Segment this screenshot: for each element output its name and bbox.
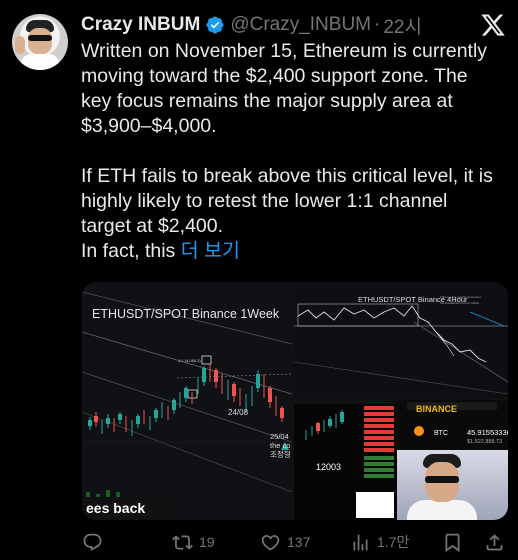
text-line: moving toward the $2,400 support zone. T… (81, 65, 468, 87)
verified-badge-icon (205, 15, 225, 35)
views-count: 1.7만 (377, 534, 410, 550)
like-button[interactable]: 137 (260, 528, 310, 556)
btc-label: BTC (434, 430, 448, 437)
bookmark-icon (445, 533, 460, 552)
price-tag: 12003 (316, 462, 342, 472)
retweet-icon (172, 534, 193, 550)
mini-chart-image[interactable]: 12003 (294, 400, 397, 520)
video-banner-text: ees back (82, 497, 172, 520)
retweet-button[interactable]: 19 (172, 528, 215, 556)
show-more-link[interactable]: 더 보기 (181, 240, 240, 262)
analytics-icon (353, 534, 368, 550)
like-count: 137 (287, 534, 311, 550)
weekly-chart-title: ETHUSDT/SPOT Binance 1Week (92, 307, 280, 321)
avatar[interactable] (12, 14, 68, 70)
chart-date-label-2: 25/04 the co 조정형 (270, 432, 291, 459)
text-line: $3,900–$4,000. (81, 115, 217, 137)
weekly-chart-image[interactable]: 1:1 (4,085.3) ETHUSDT/SPOT Binance 1Week… (82, 282, 293, 520)
streamer-webcam-image (397, 450, 508, 520)
x-logo-icon[interactable] (480, 12, 506, 38)
tweet-text: Written on November 15, Ethereum is curr… (81, 39, 511, 264)
author-name[interactable]: Crazy INBUM (81, 14, 200, 36)
media-attachment[interactable]: 1:1 (4,085.3) ETHUSDT/SPOT Binance 1Week… (82, 282, 508, 520)
share-icon (486, 533, 503, 550)
reply-icon (83, 533, 102, 551)
retweet-count: 19 (199, 534, 215, 550)
binance-overlay-image[interactable] (397, 400, 508, 520)
views-button[interactable]: 1.7만 (350, 528, 409, 556)
separator: · (374, 14, 381, 35)
tweet: Crazy INBUM @Crazy_INBUM · 22시 Written o… (0, 0, 518, 560)
svg-text:1:1 (4,085.3): 1:1 (4,085.3) (178, 358, 201, 363)
btc-usd-value: $1,522,888.73 (467, 439, 503, 445)
author-handle[interactable]: @Crazy_INBUM (230, 14, 371, 36)
text-line: target at $2,400. (81, 215, 224, 237)
text-line-last: In fact, this 더 보기 (81, 239, 511, 264)
text-line: If ETH fails to break above this critica… (81, 165, 493, 187)
text-line: key focus remains the major supply area … (81, 90, 453, 112)
text-line: highly likely to retest the lower 1:1 ch… (81, 190, 448, 212)
bookmark-button[interactable] (442, 528, 463, 556)
timestamp[interactable]: 22시 (383, 12, 422, 39)
binance-label: BINANCE (416, 404, 458, 414)
text-line: Written on November 15, Ethereum is curr… (81, 40, 488, 62)
heart-icon (261, 534, 280, 551)
share-button[interactable] (484, 528, 505, 556)
text-prefix: In fact, this (81, 240, 181, 262)
four-hour-chart-image[interactable]: This is a key supply zone level the brea… (293, 282, 508, 398)
tweet-header: Crazy INBUM @Crazy_INBUM · 22시 (81, 12, 422, 38)
btc-value: 45.91553336 (467, 428, 508, 437)
four-hour-chart-title: ETHUSDT/SPOT Binance 4Hour (358, 295, 468, 304)
reply-button[interactable] (82, 528, 109, 556)
action-bar: 19 137 1.7만 (80, 528, 510, 556)
chart-date-label: 24/08 (228, 408, 249, 417)
